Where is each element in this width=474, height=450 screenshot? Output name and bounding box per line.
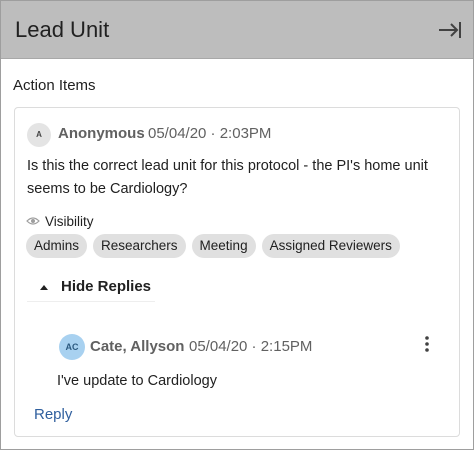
eye-icon xyxy=(26,217,40,225)
avatar: A xyxy=(27,123,51,147)
chip-assigned-reviewers: Assigned Reviewers xyxy=(261,234,400,258)
comment-message: Is this the correct lead unit for this p… xyxy=(27,158,428,197)
reply-menu-button[interactable] xyxy=(419,334,435,354)
chip-researchers: Researchers xyxy=(93,234,186,258)
chip-admins: Admins xyxy=(26,234,88,258)
reply-timestamp: 05/04/20 · 2:15PM xyxy=(189,338,313,355)
action-items-heading: Action Items xyxy=(13,77,96,94)
comment-card: A Anonymous 05/04/20 · 2:03PM Is this th… xyxy=(14,107,460,437)
reply-author: Cate, Allyson xyxy=(90,338,185,355)
hide-replies-button[interactable]: Hide Replies xyxy=(27,272,155,302)
lead-unit-panel: Lead Unit Action Items A Anonymous 05/04… xyxy=(0,0,474,450)
visibility-row: Visibility xyxy=(26,212,94,230)
reply-message: I've update to Cardiology xyxy=(57,373,217,389)
collapse-right-icon xyxy=(439,22,461,38)
collapse-panel-button[interactable] xyxy=(437,18,463,42)
chip-meeting: Meeting xyxy=(191,234,256,258)
hide-replies-label: Hide Replies xyxy=(61,278,152,295)
panel-title: Lead Unit xyxy=(15,17,110,42)
caret-up-icon xyxy=(40,284,48,290)
reply-link[interactable]: Reply xyxy=(34,406,72,423)
comment-timestamp: 05/04/20 · 2:03PM xyxy=(148,125,272,142)
visibility-label: Visibility xyxy=(45,213,94,229)
comment-author: Anonymous xyxy=(58,125,145,142)
kebab-menu-icon xyxy=(425,336,429,352)
panel-header: Lead Unit xyxy=(1,1,473,59)
visibility-chips: Admins Researchers Meeting Assigned Revi… xyxy=(26,234,400,258)
reply-avatar: AC xyxy=(59,334,85,360)
